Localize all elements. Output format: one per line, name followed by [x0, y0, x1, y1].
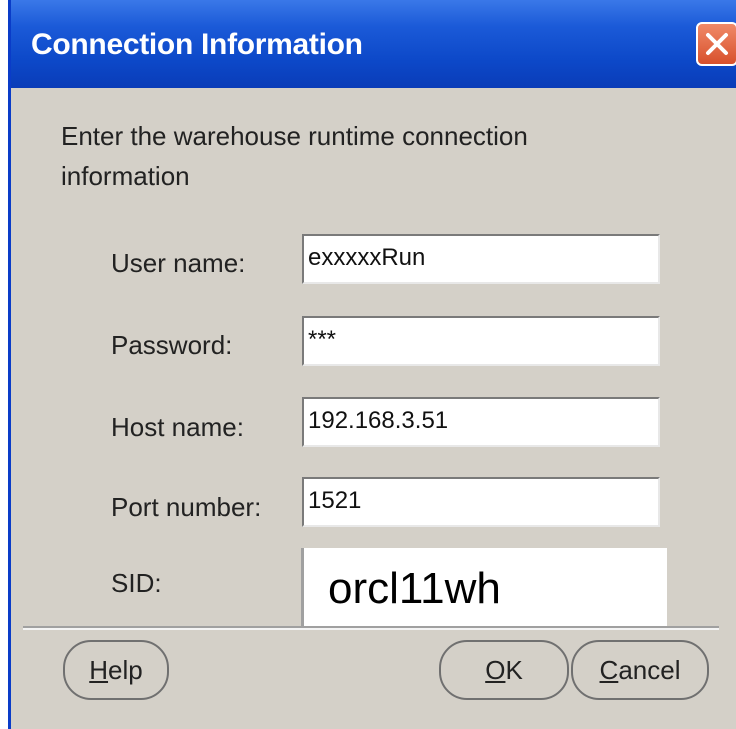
host-name-label: Host name: [111, 412, 244, 442]
cancel-mnemonic: C [599, 654, 619, 685]
port-number-label: Port number: [111, 492, 262, 522]
password-label: Password: [111, 330, 233, 360]
ok-label: K [505, 654, 523, 685]
cancel-label: ancel [618, 654, 681, 685]
button-separator [23, 626, 719, 630]
connection-dialog: Connection Information Enter the warehou… [8, 0, 736, 729]
sid-label: SID: [111, 568, 162, 598]
title-bar[interactable]: Connection Information [11, 0, 736, 88]
help-mnemonic: H [89, 654, 109, 685]
ok-mnemonic: O [485, 654, 506, 685]
user-name-label: User name: [111, 248, 246, 278]
host-name-field[interactable]: 192.168.3.51 [302, 397, 660, 447]
close-icon [706, 33, 728, 55]
sid-field[interactable]: orcl11wh [301, 548, 667, 628]
password-field[interactable]: *** [302, 316, 660, 366]
help-label: elp [108, 654, 143, 685]
ok-button[interactable]: OK [439, 640, 569, 700]
close-button[interactable] [696, 22, 736, 66]
help-button[interactable]: Help [63, 640, 169, 700]
user-name-field[interactable]: exxxxxRun [302, 234, 660, 284]
dialog-title: Connection Information [31, 28, 363, 61]
port-number-field[interactable]: 1521 [302, 477, 660, 527]
instructions-text: Enter the warehouse runtime connection i… [61, 121, 528, 191]
cancel-button[interactable]: Cancel [571, 640, 709, 700]
